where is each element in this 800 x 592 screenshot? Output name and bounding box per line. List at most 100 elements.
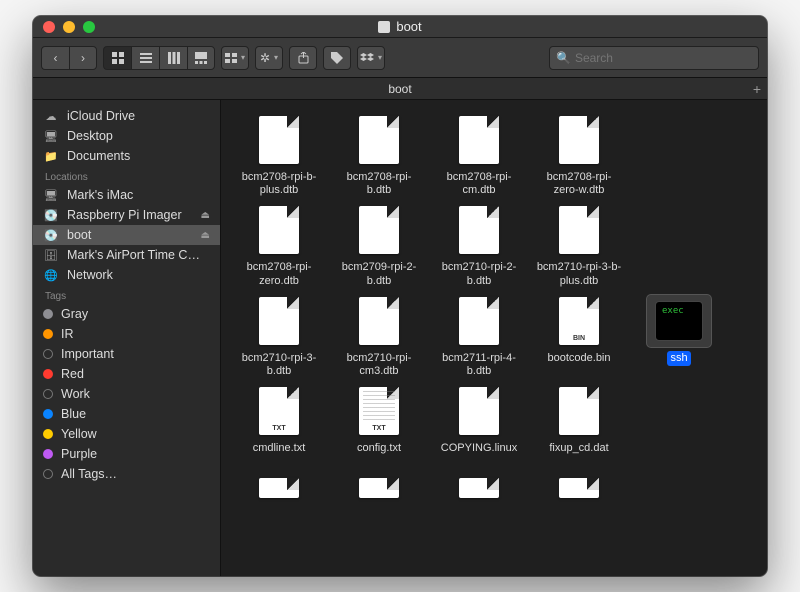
file-bcm2710-rpi-cm3-dtb[interactable]: bcm2710-rpi-cm3.dtb	[331, 295, 427, 379]
tags-button[interactable]	[323, 46, 351, 70]
file-name-label: cmdline.txt	[250, 441, 309, 456]
sidebar-item-label: Mark's iMac	[67, 188, 133, 202]
file-cmdline-txt[interactable]: TXTcmdline.txt	[231, 385, 327, 456]
tag-icon	[331, 52, 343, 64]
back-button[interactable]: ‹	[41, 46, 69, 70]
sidebar-tag-yellow[interactable]: Yellow	[33, 424, 220, 444]
sidebar-item-label: Blue	[61, 407, 86, 421]
file-bcm2708-rpi-b-plus-dtb[interactable]: bcm2708-rpi-b-plus.dtb	[231, 114, 327, 198]
file-bcm2708-rpi-cm-dtb[interactable]: bcm2708-rpi-cm.dtb	[431, 114, 527, 198]
file-bcm2710-rpi-3-b-dtb[interactable]: bcm2710-rpi-3-b.dtb	[231, 295, 327, 379]
file-name-label: bcm2710-rpi-3-b.dtb	[232, 351, 326, 379]
sidebar-item-label: iCloud Drive	[67, 109, 135, 123]
document-icon	[459, 116, 499, 164]
document-icon	[459, 478, 499, 498]
file-bcm2710-rpi-2-b-dtb[interactable]: bcm2710-rpi-2-b.dtb	[431, 204, 527, 288]
sidebar-item-mark-s-imac[interactable]: 🖥Mark's iMac	[33, 185, 220, 205]
file-fixup-cd-dat[interactable]: fixup_cd.dat	[531, 385, 627, 456]
sidebar-item-label: Work	[61, 387, 90, 401]
file-name-label: bcm2708-rpi-cm.dtb	[432, 170, 526, 198]
file-item[interactable]	[431, 462, 527, 514]
sidebar-item-label: boot	[67, 228, 91, 242]
eject-icon[interactable]: ⏏	[201, 210, 210, 221]
disk-icon	[378, 21, 390, 33]
file-name-label: ssh	[667, 351, 690, 366]
sidebar-item-boot[interactable]: 💽boot⏏	[33, 225, 220, 245]
sidebar-item-label: Yellow	[61, 427, 97, 441]
arrange-button[interactable]	[221, 46, 249, 70]
arrange-icon	[225, 53, 237, 63]
sidebar-item-documents[interactable]: 📁Documents	[33, 146, 220, 166]
tag-dot-icon	[43, 309, 53, 319]
column-view-button[interactable]	[159, 46, 187, 70]
sidebar-item-label: Network	[67, 268, 113, 282]
sidebar-item-mark-s-airport-time-c-[interactable]: 🗄Mark's AirPort Time C…	[33, 245, 220, 265]
document-icon	[559, 116, 599, 164]
sidebar-tag-red[interactable]: Red	[33, 364, 220, 384]
file-grid[interactable]: bcm2708-rpi-b-plus.dtbbcm2708-rpi-b.dtbb…	[221, 100, 767, 576]
file-item[interactable]	[231, 462, 327, 514]
document-icon	[559, 206, 599, 254]
sidebar-item-label: Important	[61, 347, 114, 361]
file-name-label: bcm2711-rpi-4-b.dtb	[432, 351, 526, 379]
tag-dot-icon	[43, 369, 53, 379]
file-name-label: config.txt	[354, 441, 404, 456]
file-config-txt[interactable]: TXTconfig.txt	[331, 385, 427, 456]
file-bcm2709-rpi-2-b-dtb[interactable]: bcm2709-rpi-2-b.dtb	[331, 204, 427, 288]
sidebar-tag-ir[interactable]: IR	[33, 324, 220, 344]
file-copying-linux[interactable]: COPYING.linux	[431, 385, 527, 456]
file-bcm2711-rpi-4-b-dtb[interactable]: bcm2711-rpi-4-b.dtb	[431, 295, 527, 379]
file-name-label: COPYING.linux	[438, 441, 520, 456]
dropbox-icon	[360, 53, 374, 63]
file-name-label: bcm2710-rpi-cm3.dtb	[332, 351, 426, 379]
search-input[interactable]	[575, 51, 752, 65]
file-name-label: bcm2710-rpi-3-b-plus.dtb	[532, 260, 626, 288]
file-bcm2710-rpi-3-b-plus-dtb[interactable]: bcm2710-rpi-3-b-plus.dtb	[531, 204, 627, 288]
sidebar-tag-important[interactable]: Important	[33, 344, 220, 364]
tag-dot-icon	[43, 409, 53, 419]
nav-buttons: ‹ ›	[41, 46, 97, 70]
file-bcm2708-rpi-zero-dtb[interactable]: bcm2708-rpi-zero.dtb	[231, 204, 327, 288]
icon-view-button[interactable]	[103, 46, 131, 70]
file-ssh[interactable]: ssh	[631, 295, 727, 379]
sidebar-tag-blue[interactable]: Blue	[33, 404, 220, 424]
tag-dot-icon	[43, 469, 53, 479]
disk-icon: 💽	[43, 209, 59, 221]
file-bcm2708-rpi-zero-w-dtb[interactable]: bcm2708-rpi-zero-w.dtb	[531, 114, 627, 198]
new-tab-button[interactable]: +	[753, 81, 761, 97]
search-field[interactable]: 🔍	[549, 46, 759, 70]
window-title-text: boot	[396, 19, 421, 34]
forward-button[interactable]: ›	[69, 46, 97, 70]
search-icon: 🔍	[556, 52, 571, 64]
list-view-button[interactable]	[131, 46, 159, 70]
eject-icon[interactable]: ⏏	[201, 230, 210, 241]
file-bcm2708-rpi-b-dtb[interactable]: bcm2708-rpi-b.dtb	[331, 114, 427, 198]
file-name-label: bcm2708-rpi-b-plus.dtb	[232, 170, 326, 198]
share-button[interactable]	[289, 46, 317, 70]
file-item[interactable]	[331, 462, 427, 514]
sidebar-item-desktop[interactable]: 🖥Desktop	[33, 126, 220, 146]
sidebar-item-raspberry-pi-imager[interactable]: 💽Raspberry Pi Imager⏏	[33, 205, 220, 225]
file-name-label: bcm2708-rpi-zero-w.dtb	[532, 170, 626, 198]
file-bootcode-bin[interactable]: BINbootcode.bin	[531, 295, 627, 379]
sidebar-tag-all-tags-[interactable]: All Tags…	[33, 464, 220, 484]
action-button[interactable]: ✲	[255, 46, 283, 70]
sidebar-tag-work[interactable]: Work	[33, 384, 220, 404]
sidebar-locations-header: Locations	[33, 166, 220, 185]
gallery-icon	[195, 52, 207, 64]
sidebar-tag-purple[interactable]: Purple	[33, 444, 220, 464]
view-switcher	[103, 46, 215, 70]
sidebar-item-icloud-drive[interactable]: ☁︎iCloud Drive	[33, 106, 220, 126]
document-icon	[359, 297, 399, 345]
dropbox-button[interactable]	[357, 46, 385, 70]
gallery-view-button[interactable]	[187, 46, 215, 70]
sidebar-item-network[interactable]: 🌐Network	[33, 265, 220, 285]
file-name-label: fixup_cd.dat	[546, 441, 611, 456]
file-name-label: bootcode.bin	[545, 351, 614, 366]
tab-label[interactable]: boot	[388, 82, 411, 96]
sidebar-tag-gray[interactable]: Gray	[33, 304, 220, 324]
document-icon	[359, 116, 399, 164]
exec-icon	[655, 301, 703, 341]
file-item[interactable]	[531, 462, 627, 514]
titlebar: boot	[33, 16, 767, 38]
